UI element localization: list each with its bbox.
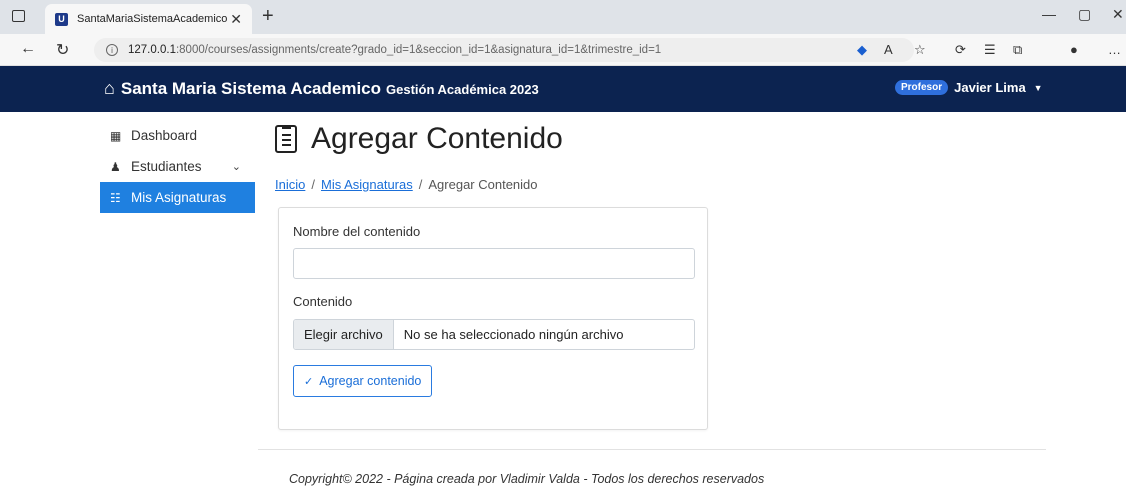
brand-link[interactable]: ⌂ Santa Maria Sistema Academico [104,78,381,99]
sidebar: ▦ Dashboard ♟ Estudiantes ⌄ ☷ Mis Asigna… [100,120,255,213]
role-badge: Profesor [895,80,949,95]
browser-tab-bar: U SantaMariaSistemaAcademico ✕ + — ▢ ✕ [0,0,1126,34]
content-name-input[interactable] [293,248,695,279]
navbar-subtitle: Gestión Académica 2023 [386,82,539,97]
choose-file-button[interactable]: Elegir archivo [294,320,394,349]
collections-icon[interactable]: ⧉ [1013,42,1022,58]
user-menu[interactable]: Profesor Javier Lima ▼ [895,80,1043,95]
user-name: Javier Lima [954,80,1026,95]
page-title-text: Agregar Contenido [311,122,563,155]
content-name-label: Nombre del contenido [293,224,421,239]
url-path: :8000/courses/assignments/create?grado_i… [175,44,662,56]
refresh-icon[interactable]: ↻ [56,40,69,60]
tab-close-icon[interactable]: ✕ [230,11,242,28]
sidebar-item-label: Estudiantes [131,159,202,174]
caret-down-icon: ▼ [1033,82,1043,93]
more-menu-icon[interactable]: … [1108,42,1121,57]
browser-address-bar: ← ↻ i 127.0.0.1:8000/courses/assignments… [0,34,1126,66]
breadcrumb-separator: / [418,177,423,192]
back-icon[interactable]: ← [20,40,36,58]
tab-title: SantaMariaSistemaAcademico [77,13,228,25]
read-aloud-icon[interactable]: A [884,42,893,57]
file-input[interactable]: Elegir archivo No se ha seleccionado nin… [293,319,695,350]
chevron-down-icon[interactable]: ⌄ [232,160,241,173]
file-status-text: No se ha seleccionado ningún archivo [403,327,624,342]
footer-text: Copyright© 2022 - Página creada por Vlad… [289,472,765,486]
extension-icon[interactable]: ◆ [857,42,867,58]
breadcrumb-current: Agregar Contenido [428,177,538,192]
site-info-icon[interactable]: i [106,44,118,56]
sidebar-item-label: Dashboard [131,128,198,143]
breadcrumb: Inicio / Mis Asignaturas / Agregar Contenido [275,177,538,192]
app-navbar: ⌂ Santa Maria Sistema Academico Gestión … [0,66,1126,112]
users-icon: ♟ [110,159,121,174]
home-icon: ⌂ [104,78,115,98]
favicon-icon: U [55,12,68,26]
url-field[interactable]: i 127.0.0.1:8000/courses/assignments/cre… [94,38,914,62]
notebook-icon [275,125,297,153]
add-content-button[interactable]: ✓ Agregar contenido [293,365,433,397]
breadcrumb-separator: / [311,177,315,192]
new-tab-icon[interactable]: + [262,5,274,28]
window-close-icon[interactable]: ✕ [1112,6,1124,23]
extensions-puzzle-icon[interactable]: ⟳ [955,42,966,58]
minimize-icon[interactable]: — [1042,6,1056,22]
page-title: Agregar Contenido [275,122,563,156]
brand-title: Santa Maria Sistema Academico [120,78,382,98]
sidebar-item-mis-asignaturas[interactable]: ☷ Mis Asignaturas [100,182,255,213]
content-file-label: Contenido [293,294,353,309]
favorites-list-icon[interactable]: ☰ [984,42,996,58]
add-content-button-label: Agregar contenido [319,374,422,388]
tab-actions-icon[interactable] [12,10,25,22]
sidebar-item-dashboard[interactable]: ▦ Dashboard [100,120,255,151]
restore-icon[interactable]: ▢ [1078,6,1091,23]
grid-icon: ▦ [110,128,122,143]
breadcrumb-parent-link[interactable]: Mis Asignaturas [321,177,413,192]
footer-divider [258,449,1046,450]
check-icon: ✓ [304,375,314,388]
browser-tab[interactable]: U SantaMariaSistemaAcademico ✕ [45,4,252,34]
sidebar-item-label: Mis Asignaturas [131,190,227,205]
url-host: 127.0.0.1 [128,44,176,56]
sidebar-item-estudiantes[interactable]: ♟ Estudiantes ⌄ [100,151,255,182]
content-form-card: Nombre del contenido Contenido Elegir ar… [278,207,708,430]
favorite-star-icon[interactable]: ☆ [914,42,926,58]
list-icon: ☷ [110,190,121,205]
breadcrumb-home-link[interactable]: Inicio [275,177,305,192]
profile-avatar-icon[interactable]: ● [1070,42,1078,57]
